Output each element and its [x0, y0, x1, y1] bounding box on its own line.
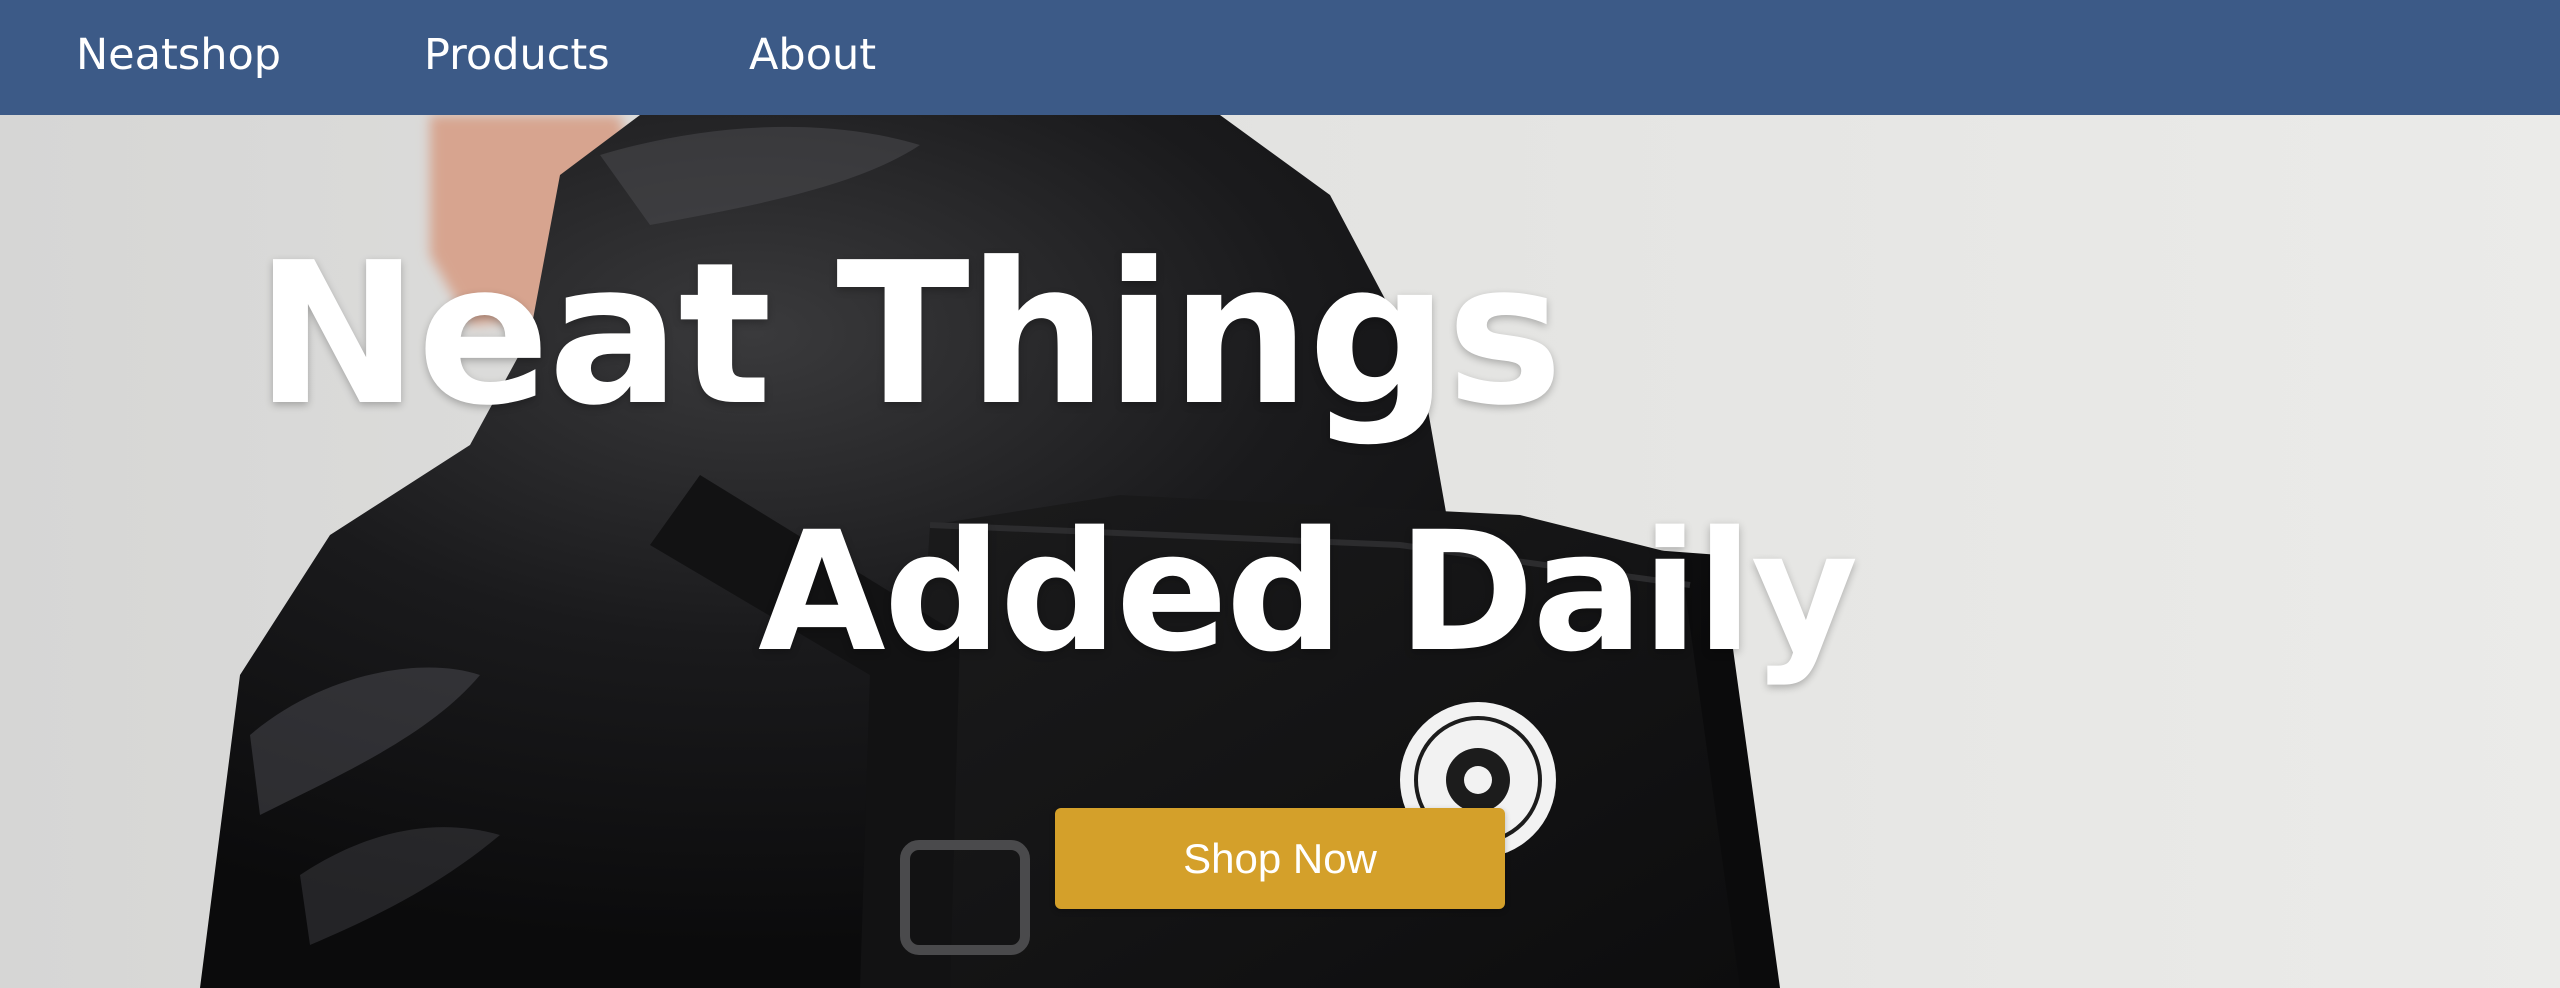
- hero-banner: Neat Things Added Daily Shop Now: [0, 115, 2560, 988]
- top-navigation-bar: Neatshop Products About: [0, 0, 2560, 115]
- nav-link-about[interactable]: About: [749, 30, 876, 80]
- hero-headline-line-2: Added Daily: [758, 496, 1858, 688]
- hero-headline-line-1: Neat Things: [255, 221, 1563, 449]
- nav-link-products[interactable]: Products: [424, 30, 610, 80]
- shop-now-button[interactable]: Shop Now: [1055, 808, 1505, 909]
- brand-logo-link[interactable]: Neatshop: [76, 30, 281, 80]
